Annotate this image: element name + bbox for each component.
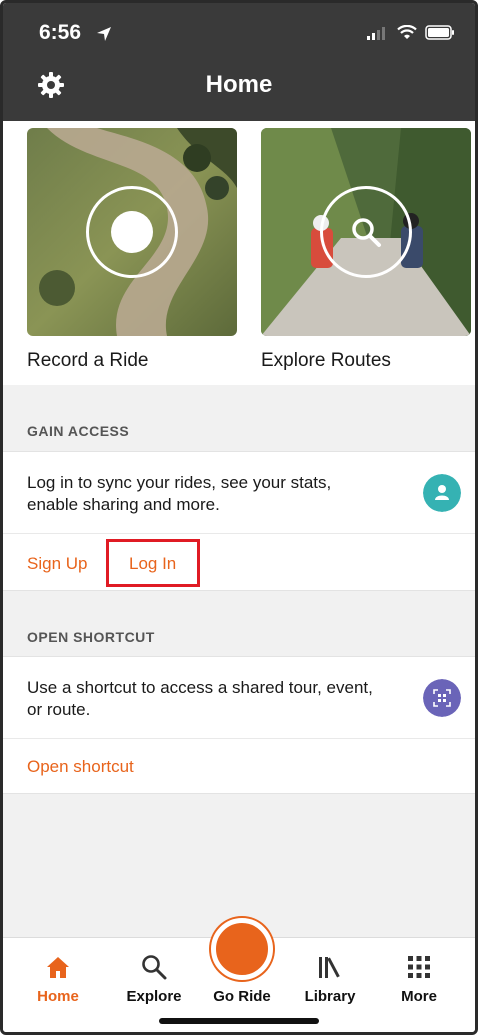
grid-icon	[408, 956, 430, 978]
library-icon	[319, 957, 340, 978]
tab-home[interactable]: Home	[18, 952, 98, 1005]
open-shortcut-actions: Open shortcut	[3, 738, 475, 794]
search-icon	[352, 218, 381, 247]
signal-icon	[367, 26, 385, 40]
open-shortcut-text: Use a shortcut to access a shared tour, …	[27, 678, 373, 719]
gain-access-header-bar: GAIN ACCESS	[3, 385, 475, 451]
location-arrow-icon	[97, 27, 111, 41]
open-shortcut-link[interactable]: Open shortcut	[27, 757, 134, 777]
tab-home-label: Home	[37, 988, 79, 1005]
action-tiles: Record a Ride Explore Routes	[27, 128, 471, 383]
tab-go-ride[interactable]: Go Ride	[202, 918, 282, 1005]
tab-go-ride-label: Go Ride	[213, 988, 271, 1005]
qr-code-icon	[423, 679, 461, 717]
explore-routes-tile[interactable]: Explore Routes	[261, 128, 471, 372]
open-shortcut-header-bar: OPEN SHORTCUT	[3, 591, 475, 656]
tab-library-label: Library	[304, 988, 356, 1005]
status-time: 6:56	[39, 21, 82, 44]
record-ride-image[interactable]	[27, 128, 237, 336]
explore-routes-label: Explore Routes	[261, 350, 391, 371]
wifi-icon	[397, 25, 417, 39]
open-shortcut-header: OPEN SHORTCUT	[27, 629, 155, 645]
tab-explore[interactable]: Explore	[114, 952, 194, 1005]
home-indicator	[159, 1018, 319, 1024]
record-ride-tile[interactable]: Record a Ride	[27, 128, 237, 372]
gain-access-header: GAIN ACCESS	[27, 423, 130, 439]
page-title: Home	[205, 71, 273, 98]
tab-bar: Home Explore Go Ride Library More	[3, 918, 475, 1032]
gain-access-actions: Sign Up Log In	[3, 533, 475, 591]
sign-up-link[interactable]: Sign Up	[27, 554, 87, 574]
record-icon[interactable]	[211, 918, 273, 980]
open-shortcut-card: Use a shortcut to access a shared tour, …	[3, 656, 475, 738]
tab-more-label: More	[401, 988, 437, 1005]
record-ride-label: Record a Ride	[27, 350, 149, 371]
search-icon	[142, 955, 167, 980]
status-indicators	[367, 25, 455, 40]
explore-routes-image[interactable]	[261, 128, 471, 336]
battery-icon	[425, 25, 454, 40]
gain-access-text: Log in to sync your rides, see your stat…	[27, 473, 332, 514]
app-frame: 6:56 Home Record a Ride Explore Routes G…	[0, 0, 478, 1035]
tab-library[interactable]: Library	[290, 952, 370, 1005]
home-icon	[47, 957, 69, 978]
record-dot-icon	[111, 211, 153, 253]
user-avatar-icon	[423, 474, 461, 512]
log-in-highlight	[106, 539, 200, 587]
top-bar: 6:56 Home	[3, 3, 475, 121]
tab-more[interactable]: More	[379, 952, 459, 1005]
tab-explore-label: Explore	[126, 988, 182, 1005]
gain-access-card: Log in to sync your rides, see your stat…	[3, 451, 475, 533]
